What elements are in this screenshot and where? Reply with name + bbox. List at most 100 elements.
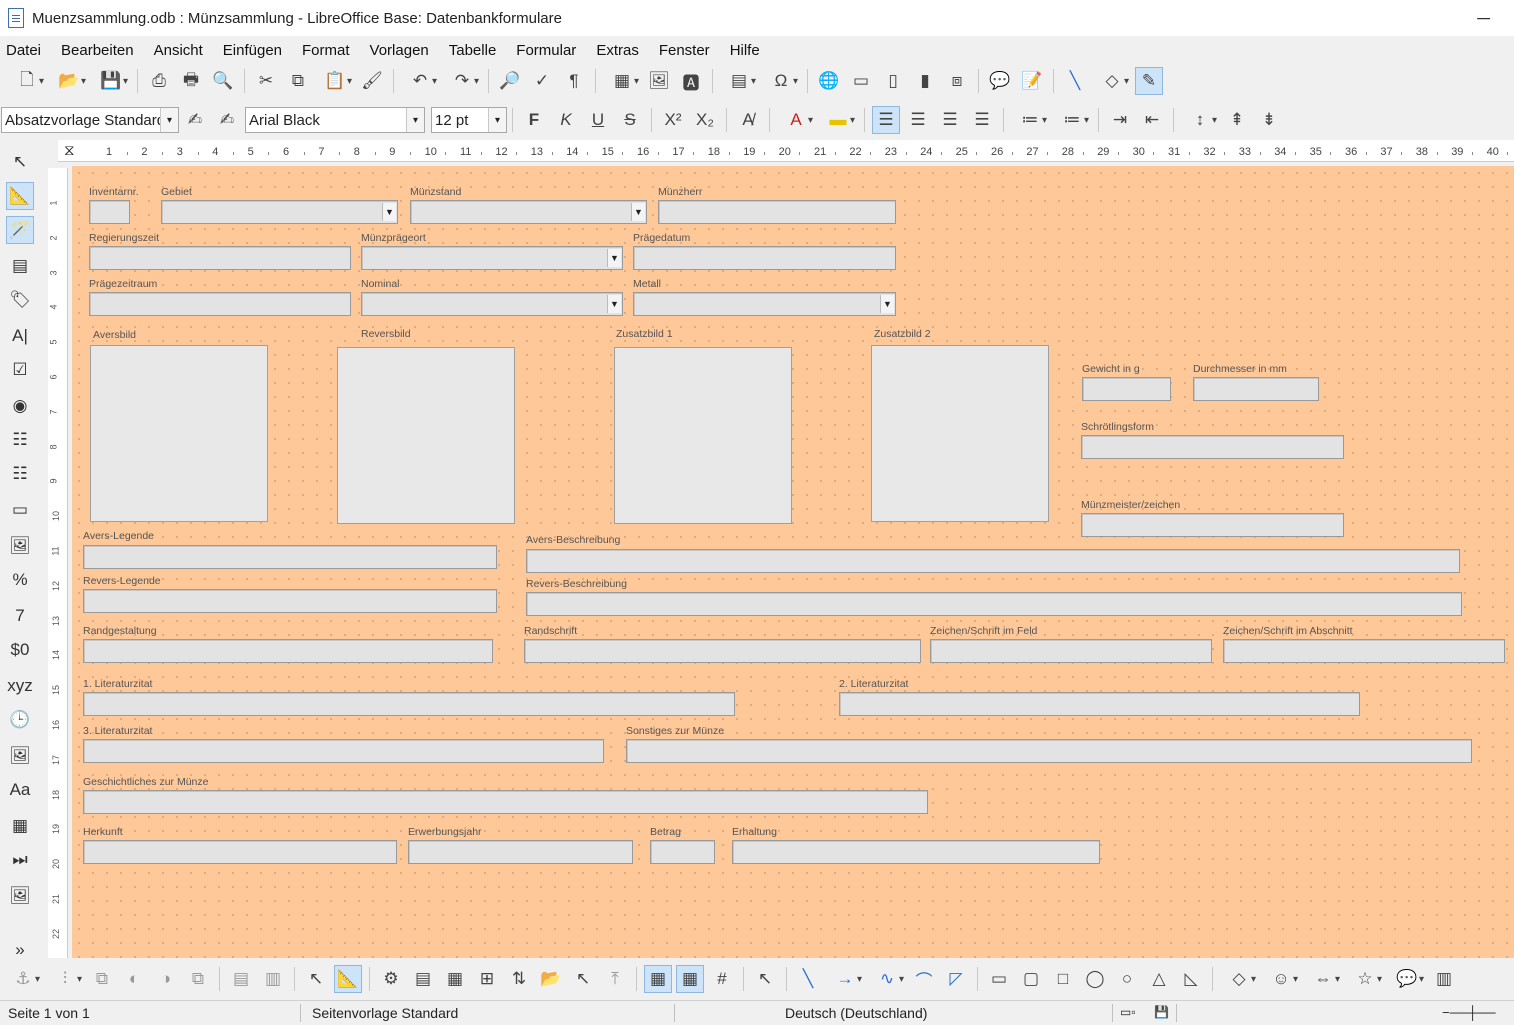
push-button-icon[interactable]: ▭	[6, 496, 34, 524]
add-field-icon[interactable]: ⊞	[473, 965, 501, 993]
menu-datei[interactable]: Datei	[6, 42, 41, 59]
herkunft-field[interactable]	[83, 840, 397, 864]
gebiet-combobox[interactable]: ▼	[161, 200, 398, 224]
form-design-icon[interactable]: ▤	[6, 252, 34, 280]
callout-icon[interactable]: 💬	[1388, 965, 1426, 993]
menu-ansicht[interactable]: Ansicht	[154, 42, 203, 59]
muenzpraegeort-combobox[interactable]: ▼	[361, 246, 623, 270]
arrow-line-icon[interactable]: →	[826, 965, 864, 993]
font-color-icon[interactable]: A	[777, 106, 815, 134]
right-triangle-icon[interactable]: ◺	[1177, 965, 1205, 993]
strikethrough-icon[interactable]: S	[616, 106, 644, 134]
menu-formular[interactable]: Formular	[516, 42, 576, 59]
bring-to-front-icon[interactable]: ⧉	[88, 965, 116, 993]
anchor-icon[interactable]: ⚓	[4, 965, 42, 993]
geschichtliches-field[interactable]	[83, 790, 928, 814]
display-grid-icon[interactable]: ▦	[644, 965, 672, 993]
draw-functions-icon[interactable]: ✎	[1135, 67, 1163, 95]
sonstiges-field[interactable]	[626, 739, 1472, 763]
ordered-list-icon[interactable]: ≔	[1053, 106, 1091, 134]
footnote-icon[interactable]: ▭	[847, 67, 875, 95]
form-canvas[interactable]: Inventarnr. Gebiet ▼ Münzstand ▼ Münzher…	[72, 166, 1514, 958]
design-mode-icon[interactable]: 📐	[6, 182, 34, 210]
chevron-down-icon[interactable]: ▼	[607, 249, 621, 267]
image-control-icon[interactable]: 🖼	[6, 742, 34, 770]
align-center-icon[interactable]: ☰	[904, 106, 932, 134]
form-navigator-icon[interactable]: ▦	[441, 965, 469, 993]
to-background-icon[interactable]: ▥	[259, 965, 287, 993]
currency-field-icon[interactable]: $0	[6, 636, 34, 664]
print-preview-icon[interactable]: 🔍	[209, 67, 237, 95]
diamond-shapes-icon[interactable]: ◇	[1220, 965, 1258, 993]
text-box-icon[interactable]: A|	[6, 322, 34, 350]
line-spacing-icon[interactable]: ↕	[1181, 106, 1219, 134]
font-name-box[interactable]: Arial Black ▾	[245, 107, 425, 133]
hyperlink-icon[interactable]: 🌐	[815, 67, 843, 95]
unordered-list-icon[interactable]: ≔	[1011, 106, 1049, 134]
track-changes-icon[interactable]: 📝	[1018, 67, 1046, 95]
bookmark-icon[interactable]: ▮	[911, 67, 939, 95]
basic-shapes-icon[interactable]: ◇	[1093, 67, 1131, 95]
selection-mode-icon[interactable]: ▭▫	[1120, 1005, 1136, 1019]
aversbild-image[interactable]	[90, 345, 268, 522]
increase-indent-icon[interactable]: ⇥	[1106, 106, 1134, 134]
chevron-down-icon[interactable]: ▾	[160, 108, 178, 132]
guides-icon[interactable]: #	[708, 965, 736, 993]
line-icon[interactable]: ╲	[1061, 67, 1089, 95]
select-draw-icon[interactable]: ↖	[751, 965, 779, 993]
copy-icon[interactable]: ⧉	[284, 67, 312, 95]
combo-box-icon[interactable]: ☷	[6, 460, 34, 488]
print-icon[interactable]: 🖶	[177, 67, 205, 95]
insert-field-icon[interactable]: ▤	[720, 67, 758, 95]
activation-order-icon[interactable]: ⇅	[505, 965, 533, 993]
more-controls-icon[interactable]: »	[6, 936, 34, 964]
time-field-icon[interactable]: 🕒	[6, 706, 34, 734]
select-icon[interactable]: ↖	[6, 148, 34, 176]
to-foreground-icon[interactable]: ▤	[227, 965, 255, 993]
underline-icon[interactable]: U	[584, 106, 612, 134]
spelling-icon[interactable]: ✓	[528, 67, 556, 95]
draw-line-icon[interactable]: ╲	[794, 965, 822, 993]
literatur3-field[interactable]	[83, 739, 604, 763]
avers-legende-field[interactable]	[83, 545, 497, 569]
menu-tabelle[interactable]: Tabelle	[449, 42, 497, 59]
rectangle-icon[interactable]: ▭	[985, 965, 1013, 993]
date-field-icon[interactable]: 7	[6, 602, 34, 630]
select-pointer-icon[interactable]: ↖	[302, 965, 330, 993]
comment-icon[interactable]: 💬	[986, 67, 1014, 95]
image-control-2-icon[interactable]: 🖼	[6, 882, 34, 910]
star-icon[interactable]: ☆	[1346, 965, 1384, 993]
menu-einfuegen[interactable]: Einfügen	[223, 42, 282, 59]
font-icon[interactable]: Aa	[6, 776, 34, 804]
new-document-icon[interactable]: 🗋	[8, 67, 46, 95]
decrease-paragraph-spacing-icon[interactable]: ⇟	[1255, 106, 1283, 134]
triangle-icon[interactable]: △	[1145, 965, 1173, 993]
image-button-icon[interactable]: 🖼	[6, 532, 34, 560]
open-design-mode-icon[interactable]: 📂	[537, 965, 565, 993]
tab-stop-icon[interactable]: ⧖	[64, 142, 75, 159]
automatic-focus-icon[interactable]: ↖	[569, 965, 597, 993]
praegezeitraum-field[interactable]	[89, 292, 351, 316]
decrease-indent-icon[interactable]: ⇤	[1138, 106, 1166, 134]
chevron-down-icon[interactable]: ▾	[406, 108, 424, 132]
navigation-bar-icon[interactable]: ⏭	[6, 846, 34, 874]
option-button-icon[interactable]: ◉	[6, 392, 34, 420]
endnote-icon[interactable]: ▯	[879, 67, 907, 95]
rounded-rectangle-icon[interactable]: ▢	[1017, 965, 1045, 993]
flowchart-icon[interactable]: ▥	[1430, 965, 1458, 993]
find-replace-icon[interactable]: 🔎	[496, 67, 524, 95]
betrag-field[interactable]	[650, 840, 715, 864]
increase-paragraph-spacing-icon[interactable]: ⇞	[1223, 106, 1251, 134]
paste-icon[interactable]: 📋	[316, 67, 354, 95]
ellipse-icon[interactable]: ◯	[1081, 965, 1109, 993]
circle-icon[interactable]: ○	[1113, 965, 1141, 993]
form-properties-icon[interactable]: ▤	[409, 965, 437, 993]
literatur2-field[interactable]	[839, 692, 1360, 716]
regierungszeit-field[interactable]	[89, 246, 351, 270]
inventarnr-field[interactable]	[89, 200, 130, 224]
special-character-icon[interactable]: Ω	[762, 67, 800, 95]
avers-beschreibung-field[interactable]	[526, 549, 1460, 573]
praegedatum-field[interactable]	[633, 246, 896, 270]
randschrift-field[interactable]	[524, 639, 921, 663]
muenzmeister-field[interactable]	[1081, 513, 1344, 537]
